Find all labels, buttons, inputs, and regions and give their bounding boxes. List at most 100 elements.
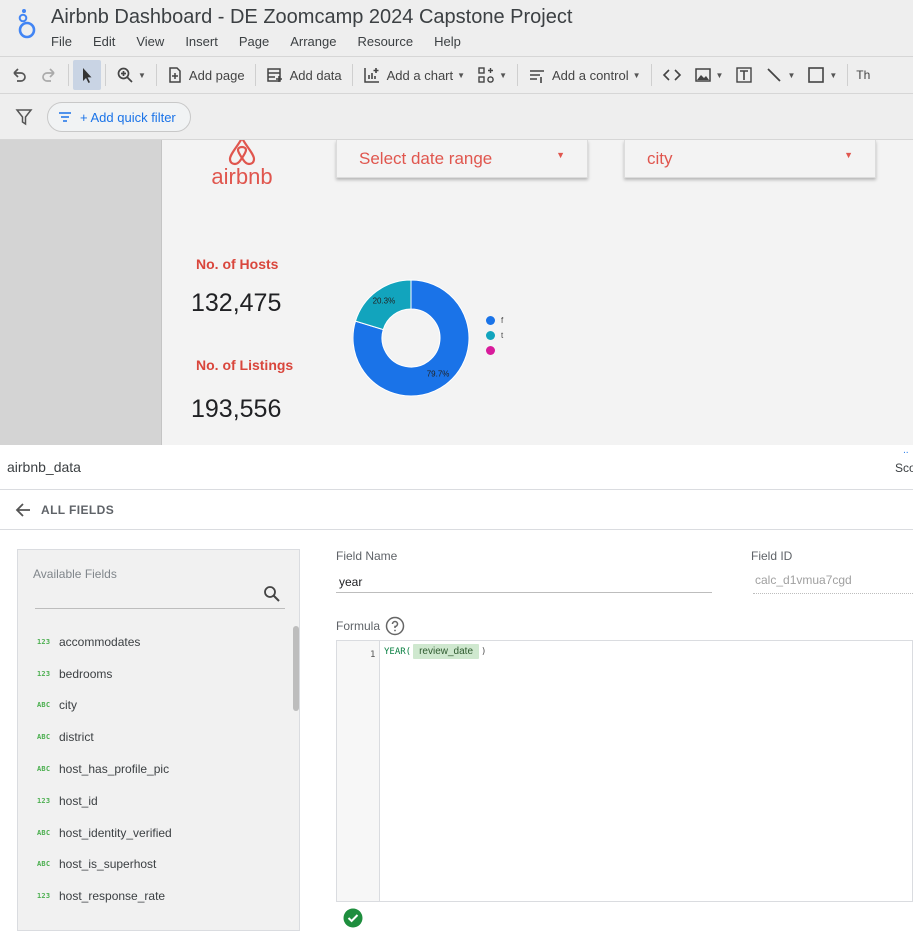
legend-item-null	[486, 346, 501, 355]
community-viz-button[interactable]: ▼	[471, 60, 513, 90]
listings-kpi-label: No. of Listings	[196, 357, 294, 373]
field-name-input[interactable]	[336, 571, 712, 593]
zoom-button[interactable]: ▼	[110, 60, 152, 90]
field-item-host-is-superhost[interactable]: ABC host_is_superhost	[18, 849, 293, 881]
report-page[interactable]: airbnb Select date range ▼ city ▼ No. of…	[161, 140, 913, 445]
field-name-label: Field Name	[336, 549, 398, 563]
menu-edit[interactable]: Edit	[93, 34, 115, 49]
filter-icon[interactable]	[15, 108, 33, 126]
line-number: 1	[370, 650, 376, 660]
number-type-icon: 123	[37, 669, 51, 678]
field-item-accommodates[interactable]: 123 accommodates	[18, 626, 293, 658]
code-icon	[662, 69, 681, 81]
legend-item-t: t	[486, 331, 503, 340]
add-data-button[interactable]: Add data	[260, 60, 348, 90]
city-dropdown[interactable]: city ▼	[624, 140, 876, 178]
field-item-bedrooms[interactable]: 123 bedrooms	[18, 658, 293, 690]
menu-insert[interactable]: Insert	[185, 34, 218, 49]
chevron-down-icon: ▼	[138, 70, 146, 80]
data-source-name: airbnb_data	[7, 459, 81, 475]
donut-data-label: 20.3%	[373, 297, 396, 306]
toolbar-divider	[68, 64, 69, 86]
formula-code-line[interactable]: YEAR( review_date )	[384, 644, 486, 659]
report-title[interactable]: Airbnb Dashboard - DE Zoomcamp 2024 Caps…	[51, 6, 572, 29]
hosts-kpi-value: 132,475	[191, 289, 282, 317]
line-icon	[767, 68, 782, 82]
date-range-dropdown[interactable]: Select date range ▼	[336, 140, 588, 178]
undo-button[interactable]	[4, 60, 34, 90]
undo-icon	[13, 68, 26, 82]
image-button[interactable]: ▼	[688, 60, 730, 90]
image-icon	[694, 68, 711, 82]
city-dropdown-label: city	[647, 148, 673, 168]
formula-editor[interactable]: 1 YEAR( review_date )	[336, 640, 913, 902]
formula-function: YEAR(	[384, 646, 412, 657]
formula-label: Formula	[336, 619, 381, 633]
data-source-header: airbnb_data ∙∙ Sco	[0, 445, 913, 490]
toolbar-divider	[650, 64, 652, 86]
add-quick-filter-button[interactable]: + Add quick filter	[47, 102, 191, 132]
menu-arrange[interactable]: Arrange	[290, 34, 336, 49]
redo-button[interactable]	[34, 60, 64, 90]
text-type-icon: ABC	[37, 765, 51, 774]
shape-button[interactable]: ▼	[801, 60, 843, 90]
field-item-host-identity-verified[interactable]: ABC host_identity_verified	[18, 817, 293, 849]
search-icon[interactable]	[263, 585, 281, 603]
fields-scrollbar[interactable]	[293, 626, 299, 711]
text-type-icon: ABC	[37, 733, 51, 742]
add-control-button[interactable]: Add a control ▼	[522, 60, 647, 90]
formula-field-chip[interactable]: review_date	[413, 644, 480, 659]
toolbar-divider	[105, 64, 106, 86]
editor-gutter: 1	[337, 641, 380, 901]
field-id-value: calc_d1vmua7cgd	[755, 573, 852, 587]
theme-button[interactable]: Th	[852, 60, 876, 90]
chevron-down-icon: ▼	[787, 70, 796, 80]
embed-url-button[interactable]	[656, 60, 688, 90]
field-item-host-has-profile-pic[interactable]: ABC host_has_profile_pic	[18, 753, 293, 785]
field-item-host-id[interactable]: 123 host_id	[18, 785, 293, 817]
field-item-host-response-rate[interactable]: 123 host_response_rate	[18, 880, 293, 912]
toolbar-divider	[847, 64, 849, 86]
menu-view[interactable]: View	[136, 34, 164, 49]
menu-bar: File Edit View Insert Page Arrange Resou…	[51, 34, 482, 49]
field-id-label: Field ID	[751, 549, 793, 563]
more-options-icon[interactable]: ∙∙	[903, 447, 909, 458]
all-fields-link[interactable]: ALL FIELDS	[41, 503, 114, 517]
help-icon[interactable]	[385, 616, 405, 636]
legend-dot	[486, 346, 495, 355]
donut-data-label: 79.7%	[427, 370, 450, 379]
fields-search-input[interactable]	[35, 608, 285, 609]
add-data-icon	[266, 68, 282, 82]
text-box-button[interactable]	[729, 60, 759, 90]
line-button[interactable]: ▼	[759, 60, 801, 90]
donut-chart[interactable]: 79.7% 20.3%	[353, 273, 483, 403]
menu-file[interactable]: File	[51, 34, 72, 49]
redo-icon	[42, 68, 55, 82]
back-arrow-icon[interactable]	[14, 502, 32, 518]
text-type-icon: ABC	[37, 828, 51, 837]
field-name: host_identity_verified	[59, 825, 172, 840]
data-source-panel: airbnb_data ∙∙ Sco ALL FIELDS Available …	[0, 445, 913, 937]
field-item-district[interactable]: ABC district	[18, 721, 293, 753]
add-chart-button[interactable]: Add a chart ▼	[357, 60, 471, 90]
menu-help[interactable]: Help	[434, 34, 461, 49]
menu-page[interactable]: Page	[239, 34, 269, 49]
available-fields-panel: Available Fields 123 accommodates 123 bedr…	[17, 549, 300, 931]
field-name: city	[59, 698, 77, 713]
field-id-underline	[753, 593, 913, 594]
menu-resource[interactable]: Resource	[357, 34, 413, 49]
field-name: host_is_superhost	[59, 857, 157, 872]
select-tool-button[interactable]	[73, 60, 101, 90]
airbnb-wordmark: airbnb	[211, 164, 273, 189]
title-bar: Airbnb Dashboard - DE Zoomcamp 2024 Caps…	[0, 0, 913, 56]
field-item-city[interactable]: ABC city	[18, 690, 293, 722]
report-canvas: airbnb Select date range ▼ city ▼ No. of…	[0, 140, 913, 445]
text-type-icon: ABC	[37, 701, 51, 710]
add-control-label: Add a control	[551, 67, 629, 83]
chevron-down-icon: ▼	[556, 150, 565, 160]
number-type-icon: 123	[37, 796, 51, 805]
formula-close-paren: )	[481, 646, 487, 657]
fields-nav-row: ALL FIELDS	[0, 490, 913, 530]
rectangle-icon	[808, 67, 825, 83]
add-page-button[interactable]: Add page	[161, 60, 251, 90]
